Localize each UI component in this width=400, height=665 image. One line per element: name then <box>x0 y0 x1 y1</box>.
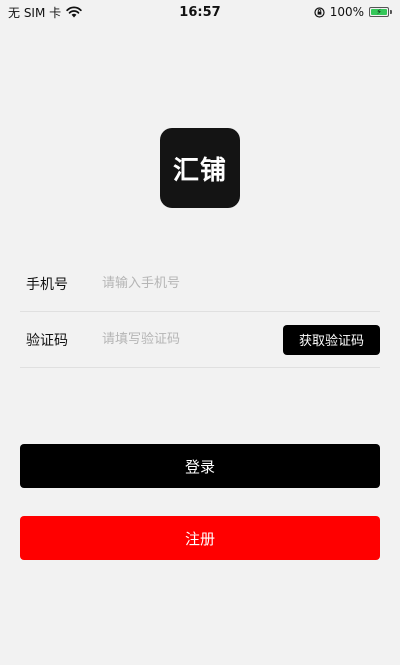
login-button[interactable]: 登录 <box>20 444 380 488</box>
status-time: 16:57 <box>179 4 221 20</box>
carrier-text: 无 SIM 卡 <box>8 5 62 20</box>
get-code-button[interactable]: 获取验证码 <box>283 324 380 355</box>
battery-icon <box>369 7 392 17</box>
login-screen: 无 SIM 卡 16:57 100% 汇铺 手机号 验证码 <box>0 0 400 665</box>
phone-input[interactable] <box>102 267 380 300</box>
code-row: 验证码 获取验证码 <box>20 312 380 368</box>
code-label: 验证码 <box>26 332 68 349</box>
code-input[interactable] <box>102 323 283 356</box>
phone-label: 手机号 <box>26 276 68 293</box>
status-bar: 无 SIM 卡 16:57 100% <box>0 0 400 24</box>
status-left: 无 SIM 卡 <box>8 4 82 21</box>
orientation-lock-icon <box>314 6 325 18</box>
battery-percent: 100% <box>329 5 364 19</box>
wifi-icon <box>66 6 82 18</box>
register-button[interactable]: 注册 <box>20 516 380 560</box>
phone-row: 手机号 <box>20 256 380 312</box>
app-logo: 汇铺 <box>160 128 240 208</box>
status-right: 100% <box>314 5 392 19</box>
